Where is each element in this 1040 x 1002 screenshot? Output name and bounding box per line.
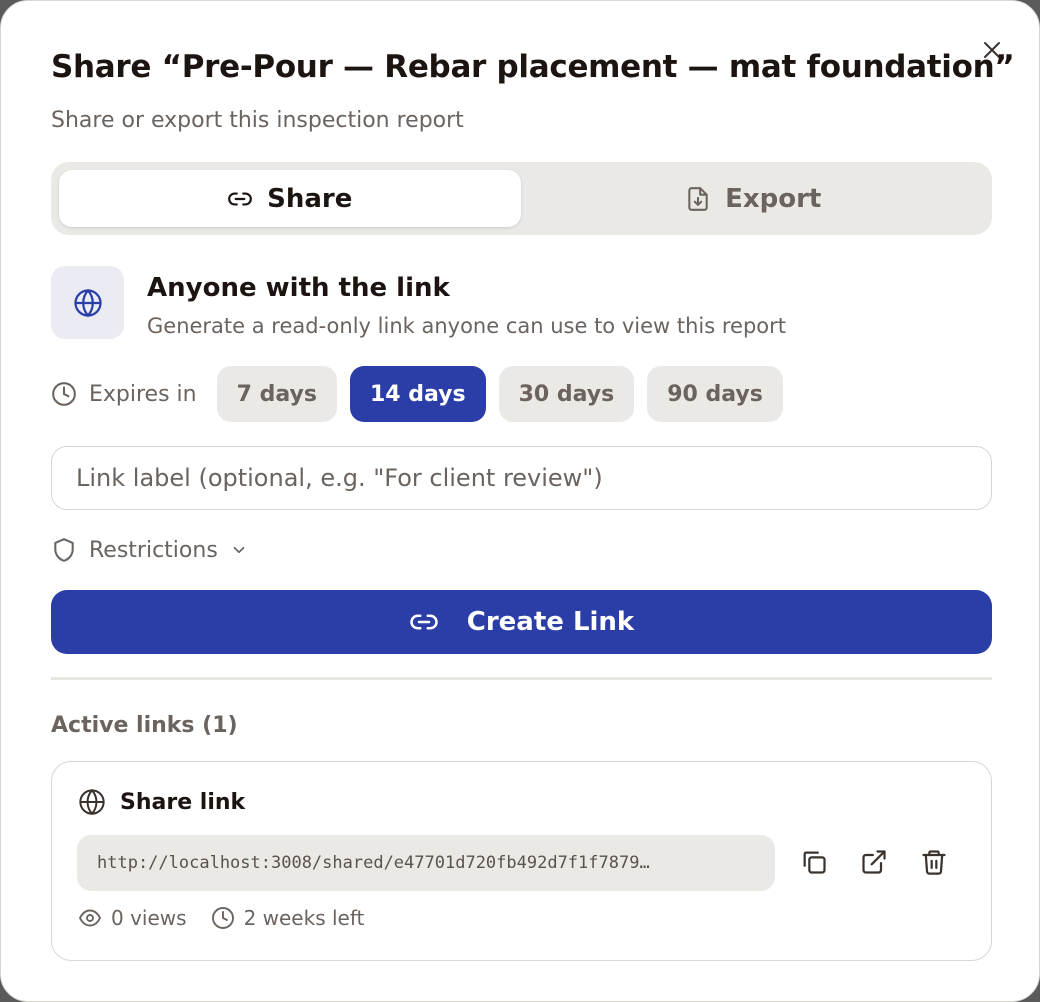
expiry-selector: Expires in 7 days 14 days 30 days 90 day… [51,366,796,422]
active-link-meta: 0 views 2 weeks left [78,906,364,930]
expiry-option-30-days[interactable]: 30 days [498,366,635,422]
eye-icon [78,909,102,927]
views-count: 0 views [78,906,187,930]
active-link-card: Share link http://localhost:3008/shared/… [51,761,992,961]
tab-share[interactable]: Share [59,170,521,227]
active-links-heading: Active links (1) [51,713,238,738]
link-label-input[interactable] [51,446,992,510]
external-link-icon [862,850,886,874]
share-url-field[interactable]: http://localhost:3008/shared/e47701d720f… [77,835,775,891]
tab-share-label: Share [267,183,353,214]
link-icon [228,192,252,205]
tab-export-label: Export [725,183,822,214]
restrictions-label: Restrictions [89,537,218,563]
dialog-subtitle: Share or export this inspection report [51,108,464,133]
delete-link-button[interactable] [914,842,954,882]
clock-icon [211,907,234,929]
share-option-title: Anyone with the link [147,273,450,303]
tab-export[interactable]: Export [523,170,985,227]
time-left-text: 2 weeks left [243,906,365,930]
create-link-button[interactable]: Create Link [51,590,992,654]
share-option-description: Generate a read-only link anyone can use… [147,314,786,338]
link-actions [794,842,954,882]
dialog-title: Share “Pre-Pour — Rebar placement — mat … [51,49,1015,85]
chevron-down-icon [233,546,245,554]
share-url-text: http://localhost:3008/shared/e47701d720f… [97,853,650,873]
active-link-header: Share link [78,788,245,816]
section-divider [51,677,992,680]
share-export-tabs: Share Export [51,162,992,235]
copy-icon [803,851,826,874]
clock-icon [52,382,76,406]
restrictions-toggle[interactable]: Restrictions [51,533,248,567]
expiry-option-7-days[interactable]: 7 days [216,366,337,422]
globe-icon [73,288,102,317]
file-download-icon [688,186,708,211]
shield-icon [54,538,74,562]
share-option-icon-box [51,266,124,339]
expires-label: Expires in [51,381,197,407]
open-link-button[interactable] [854,842,894,882]
views-count-text: 0 views [111,906,187,930]
link-icon [410,614,438,630]
create-link-label: Create Link [466,607,635,637]
expiry-option-90-days[interactable]: 90 days [647,366,783,422]
globe-icon [79,788,105,816]
share-dialog: Share “Pre-Pour — Rebar placement — mat … [0,0,1040,1002]
time-left: 2 weeks left [211,906,365,930]
copy-link-button[interactable] [794,842,834,882]
active-link-title: Share link [120,789,246,815]
expiry-option-14-days[interactable]: 14 days [349,366,486,422]
trash-icon [922,850,946,875]
expires-label-text: Expires in [89,381,197,407]
